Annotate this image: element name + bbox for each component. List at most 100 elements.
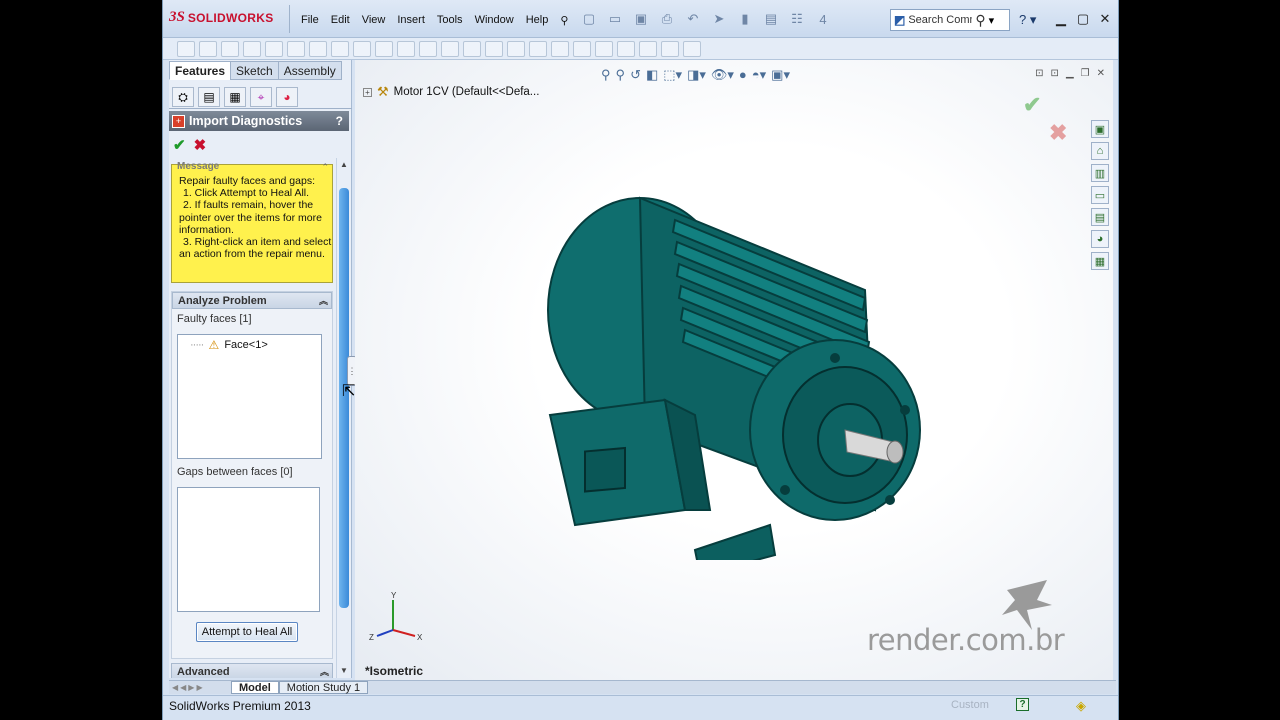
- toolbar-tool-icon[interactable]: [507, 41, 525, 57]
- rebuild-icon[interactable]: ▮: [735, 10, 755, 28]
- restore-icon[interactable]: ❐: [1081, 68, 1090, 79]
- split-view-icon[interactable]: ⊡: [1051, 68, 1059, 79]
- section-view-icon[interactable]: ◧: [646, 67, 658, 83]
- undo-icon[interactable]: ↶: [683, 10, 703, 28]
- toolbar-tool-icon[interactable]: [397, 41, 415, 57]
- file-properties-icon[interactable]: ▤: [761, 10, 781, 28]
- chevron-down-icon[interactable]: ▾: [989, 14, 995, 27]
- design-library-icon[interactable]: ▥: [1091, 164, 1109, 182]
- select-icon[interactable]: ➤: [709, 10, 729, 28]
- display-manager-icon[interactable]: ◕: [276, 87, 298, 107]
- expand-icon[interactable]: +: [363, 87, 372, 97]
- toolbar-tool-icon[interactable]: [243, 41, 261, 57]
- advanced-header[interactable]: Advanced ︽: [171, 663, 333, 678]
- tab-features[interactable]: Features: [169, 61, 232, 80]
- display-style-icon[interactable]: ◨▾: [687, 67, 706, 83]
- new-document-icon[interactable]: ▢: [579, 10, 599, 28]
- previous-view-icon[interactable]: ↺: [630, 67, 641, 83]
- tab-sketch[interactable]: Sketch: [230, 61, 279, 80]
- search-input[interactable]: [908, 14, 973, 26]
- more-count[interactable]: 4: [813, 10, 833, 28]
- minimize-icon[interactable]: ▁: [1066, 68, 1074, 79]
- scroll-up-icon[interactable]: ▲: [338, 158, 350, 170]
- zoom-to-area-icon[interactable]: ⚲: [616, 67, 626, 83]
- toolbar-tool-icon[interactable]: [177, 41, 195, 57]
- home-icon[interactable]: ⌂: [1091, 142, 1109, 160]
- toolbar-tool-icon[interactable]: [551, 41, 569, 57]
- toolbar-tool-icon[interactable]: [463, 41, 481, 57]
- menu-window[interactable]: Window: [469, 13, 520, 28]
- solidworks-logo[interactable]: 3S SOLIDWORKS: [169, 9, 274, 26]
- attempt-to-heal-all-button[interactable]: Attempt to Heal All: [196, 622, 298, 642]
- hide-show-items-icon[interactable]: 👁▾: [711, 67, 734, 83]
- cancel-x-icon[interactable]: ✖: [194, 136, 207, 154]
- pin-icon[interactable]: ⚲: [554, 13, 574, 28]
- toolbar-tool-icon[interactable]: [419, 41, 437, 57]
- toolbar-tool-icon[interactable]: [331, 41, 349, 57]
- edit-appearance-icon[interactable]: ●: [739, 67, 747, 83]
- scroll-down-icon[interactable]: ▼: [338, 664, 350, 676]
- units-selector[interactable]: Custom: [951, 699, 989, 711]
- print-icon[interactable]: ⎙: [657, 10, 677, 28]
- search-icon[interactable]: ⚲: [975, 12, 985, 29]
- toolbar-tool-icon[interactable]: [573, 41, 591, 57]
- custom-properties-icon[interactable]: ▦: [1091, 252, 1109, 270]
- apply-scene-icon[interactable]: ◓▾: [752, 67, 766, 83]
- property-manager-scrollbar[interactable]: ▲ ▼: [336, 158, 350, 678]
- menu-edit[interactable]: Edit: [325, 13, 356, 28]
- help-icon[interactable]: ?: [1016, 698, 1029, 711]
- toolbar-tool-icon[interactable]: [529, 41, 547, 57]
- toolbar-tool-icon[interactable]: [375, 41, 393, 57]
- ok-check-icon[interactable]: ✔: [173, 136, 186, 154]
- toolbar-tool-icon[interactable]: [441, 41, 459, 57]
- property-manager-icon[interactable]: ▤: [198, 87, 220, 107]
- analyze-problem-header[interactable]: Analyze Problem ︽: [172, 292, 332, 309]
- search-commands[interactable]: ◩ ⚲ ▾: [890, 9, 1010, 31]
- zoom-to-fit-icon[interactable]: ⚲: [601, 67, 611, 83]
- close-icon[interactable]: ✕: [1097, 68, 1105, 79]
- collapse-icon[interactable]: ⌃: [321, 161, 329, 173]
- view-orientation-icon[interactable]: ⬚▾: [663, 67, 682, 83]
- toolbar-tool-icon[interactable]: [617, 41, 635, 57]
- faulty-faces-list[interactable]: ····· ⚠ Face<1>: [177, 334, 322, 459]
- motor-3d-model[interactable]: [545, 180, 945, 560]
- toolbar-tool-icon[interactable]: [309, 41, 327, 57]
- menu-help[interactable]: Help: [520, 13, 555, 28]
- menu-tools[interactable]: Tools: [431, 13, 469, 28]
- toolbar-tool-icon[interactable]: [353, 41, 371, 57]
- toolbar-tool-icon[interactable]: [683, 41, 701, 57]
- file-explorer-icon[interactable]: ▭: [1091, 186, 1109, 204]
- confirmation-ok-icon[interactable]: ✔: [1023, 92, 1041, 118]
- view-palette-icon[interactable]: ▤: [1091, 208, 1109, 226]
- menu-file[interactable]: File: [295, 13, 325, 28]
- toolbar-tool-icon[interactable]: [639, 41, 657, 57]
- toolbar-tool-icon[interactable]: [221, 41, 239, 57]
- collapse-icon[interactable]: ︽: [320, 665, 329, 678]
- confirmation-cancel-icon[interactable]: ✖: [1049, 120, 1067, 146]
- restore-icon[interactable]: ▢: [1073, 9, 1093, 29]
- help-button[interactable]: ?: [336, 114, 343, 128]
- tab-motion-study[interactable]: Motion Study 1: [278, 681, 369, 694]
- gaps-list[interactable]: [177, 487, 320, 612]
- tab-model[interactable]: Model: [231, 681, 279, 694]
- feature-tree-flyout[interactable]: + ⚒ Motor 1CV (Default<<Defa...: [363, 84, 539, 100]
- menu-insert[interactable]: Insert: [391, 13, 431, 28]
- tag-icon[interactable]: ◈: [1076, 698, 1086, 714]
- appearances-icon[interactable]: ◕: [1091, 230, 1109, 248]
- feature-tree-icon[interactable]: ⛭: [172, 87, 194, 107]
- toolbar-tool-icon[interactable]: [287, 41, 305, 57]
- menu-view[interactable]: View: [356, 13, 392, 28]
- options-icon[interactable]: ☷: [787, 10, 807, 28]
- solidworks-resources-icon[interactable]: ▣: [1091, 120, 1109, 138]
- dimxpert-icon[interactable]: ⌖: [250, 87, 272, 107]
- collapse-icon[interactable]: ︽: [319, 294, 328, 307]
- tab-scroll-icons[interactable]: ◀◀▶▶: [169, 683, 231, 692]
- configuration-manager-icon[interactable]: ▦: [224, 87, 246, 107]
- toolbar-tool-icon[interactable]: [265, 41, 283, 57]
- close-icon[interactable]: ✕: [1095, 9, 1115, 29]
- toolbar-tool-icon[interactable]: [595, 41, 613, 57]
- view-settings-icon[interactable]: ▣▾: [771, 67, 790, 83]
- toolbar-tool-icon[interactable]: [199, 41, 217, 57]
- minimize-icon[interactable]: ▁: [1051, 9, 1071, 29]
- graphics-area[interactable]: ⚲ ⚲ ↺ ◧ ⬚▾ ◨▾ 👁▾ ● ◓▾ ▣▾ ⊡ ⊡ ▁ ❐ ✕ + ⚒ M…: [355, 60, 1113, 680]
